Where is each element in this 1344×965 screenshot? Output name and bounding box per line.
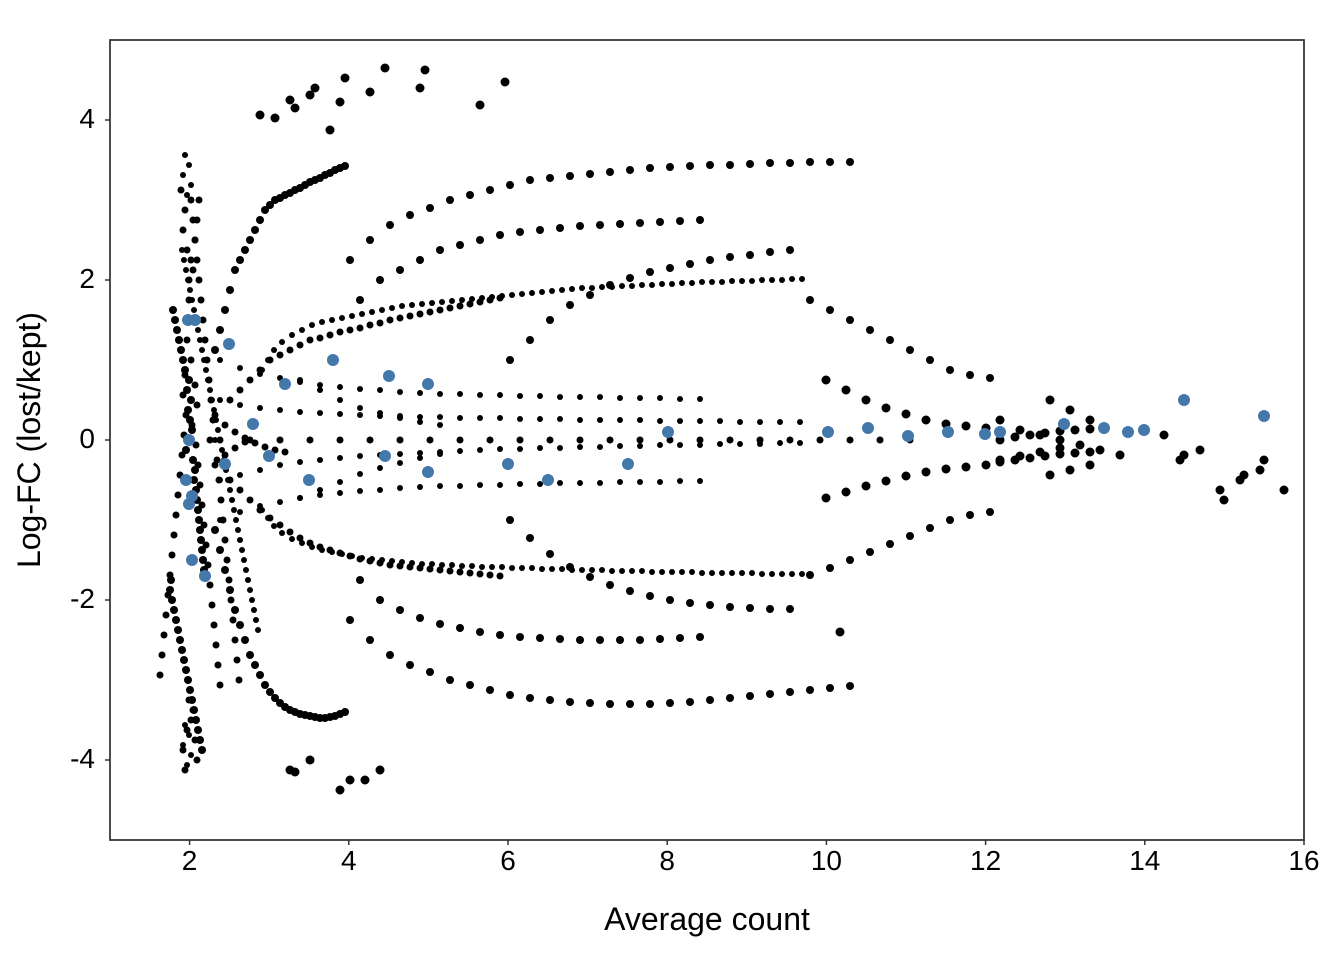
y-axis: -4 -2 0 2 4 [70, 103, 110, 774]
plot-area [110, 40, 1304, 840]
x-tick-14: 14 [1129, 845, 1160, 876]
y-tick-2: 2 [79, 263, 95, 294]
x-tick-16: 16 [1288, 845, 1319, 876]
scatter-plot: 2 4 6 8 10 12 14 16 [0, 0, 1344, 960]
x-tick-6: 6 [500, 845, 516, 876]
x-tick-2: 2 [182, 845, 198, 876]
y-tick-4: 4 [79, 103, 95, 134]
y-tick-neg4: -4 [70, 743, 95, 774]
x-tick-8: 8 [659, 845, 675, 876]
x-tick-12: 12 [970, 845, 1001, 876]
y-tick-0: 0 [79, 423, 95, 454]
x-axis: 2 4 6 8 10 12 14 16 [182, 840, 1320, 876]
x-tick-10: 10 [811, 845, 842, 876]
y-tick-neg2: -2 [70, 583, 95, 614]
x-axis-label: Average count [604, 901, 810, 937]
y-axis-label: Log-FC (lost/kept) [11, 312, 47, 568]
x-tick-4: 4 [341, 845, 357, 876]
chart-container: 2 4 6 8 10 12 14 16 [0, 0, 1344, 960]
